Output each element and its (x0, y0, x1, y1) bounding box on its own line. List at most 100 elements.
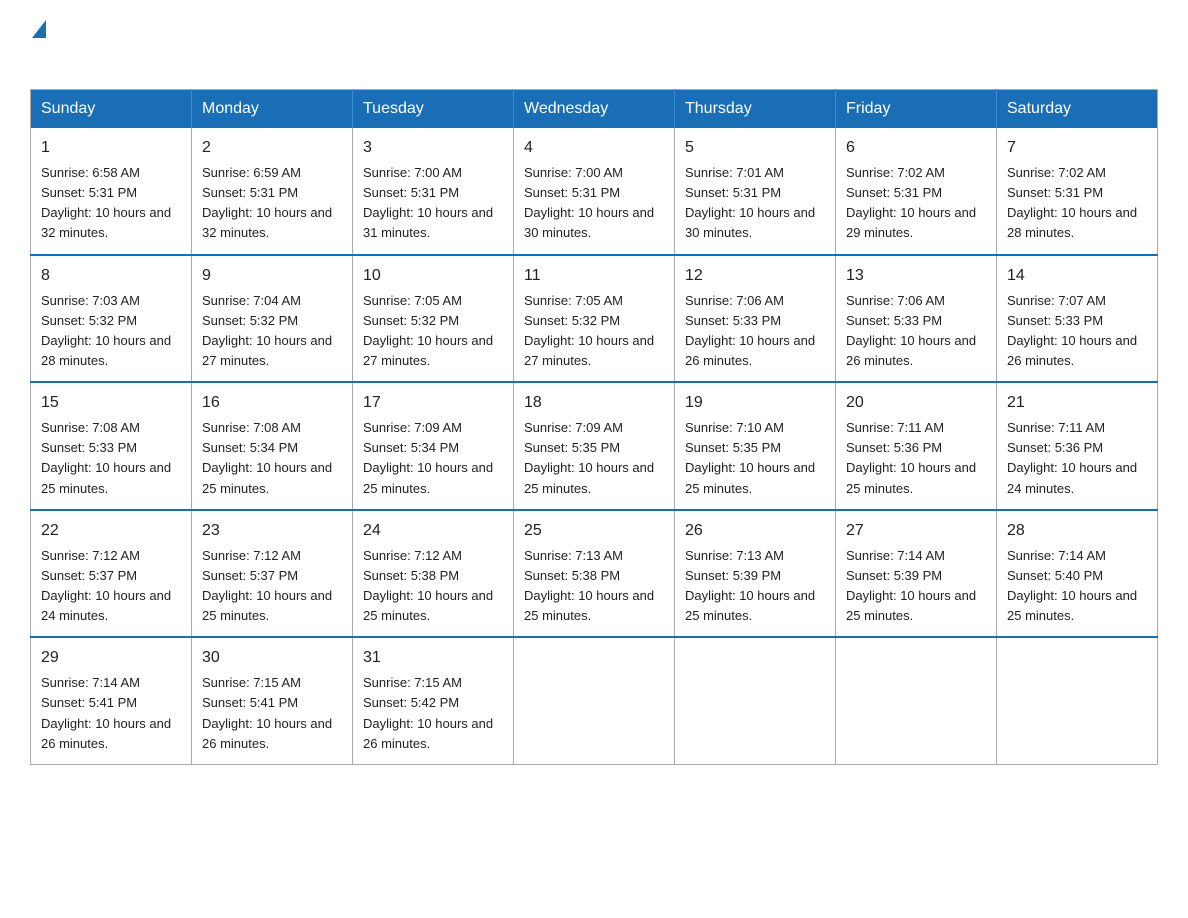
calendar-day-cell: 21 Sunrise: 7:11 AMSunset: 5:36 PMDaylig… (997, 382, 1158, 510)
calendar-day-cell: 1 Sunrise: 6:58 AMSunset: 5:31 PMDayligh… (31, 128, 192, 255)
calendar-day-cell: 22 Sunrise: 7:12 AMSunset: 5:37 PMDaylig… (31, 510, 192, 638)
calendar-day-cell (675, 637, 836, 764)
day-number: 21 (1007, 391, 1147, 415)
calendar-week-row: 22 Sunrise: 7:12 AMSunset: 5:37 PMDaylig… (31, 510, 1158, 638)
day-of-week-header: Saturday (997, 90, 1158, 129)
day-info: Sunrise: 7:06 AMSunset: 5:33 PMDaylight:… (685, 293, 815, 368)
calendar-body: 1 Sunrise: 6:58 AMSunset: 5:31 PMDayligh… (31, 128, 1158, 764)
day-number: 28 (1007, 519, 1147, 543)
day-info: Sunrise: 7:09 AMSunset: 5:35 PMDaylight:… (524, 420, 654, 495)
day-info: Sunrise: 7:14 AMSunset: 5:40 PMDaylight:… (1007, 548, 1137, 623)
calendar-day-cell: 7 Sunrise: 7:02 AMSunset: 5:31 PMDayligh… (997, 128, 1158, 255)
day-number: 9 (202, 264, 342, 288)
day-number: 12 (685, 264, 825, 288)
day-info: Sunrise: 7:00 AMSunset: 5:31 PMDaylight:… (363, 165, 493, 240)
day-of-week-header: Tuesday (353, 90, 514, 129)
day-number: 30 (202, 646, 342, 670)
logo (30, 20, 46, 71)
logo-text (30, 20, 46, 40)
calendar-table: SundayMondayTuesdayWednesdayThursdayFrid… (30, 89, 1158, 765)
calendar-day-cell: 23 Sunrise: 7:12 AMSunset: 5:37 PMDaylig… (192, 510, 353, 638)
day-info: Sunrise: 7:11 AMSunset: 5:36 PMDaylight:… (846, 420, 976, 495)
calendar-day-cell: 18 Sunrise: 7:09 AMSunset: 5:35 PMDaylig… (514, 382, 675, 510)
calendar-day-cell: 14 Sunrise: 7:07 AMSunset: 5:33 PMDaylig… (997, 255, 1158, 383)
day-info: Sunrise: 6:58 AMSunset: 5:31 PMDaylight:… (41, 165, 171, 240)
calendar-day-cell: 19 Sunrise: 7:10 AMSunset: 5:35 PMDaylig… (675, 382, 836, 510)
calendar-day-cell: 20 Sunrise: 7:11 AMSunset: 5:36 PMDaylig… (836, 382, 997, 510)
calendar-day-cell (836, 637, 997, 764)
calendar-day-cell: 28 Sunrise: 7:14 AMSunset: 5:40 PMDaylig… (997, 510, 1158, 638)
day-info: Sunrise: 7:14 AMSunset: 5:39 PMDaylight:… (846, 548, 976, 623)
calendar-day-cell: 4 Sunrise: 7:00 AMSunset: 5:31 PMDayligh… (514, 128, 675, 255)
day-number: 26 (685, 519, 825, 543)
day-info: Sunrise: 7:12 AMSunset: 5:37 PMDaylight:… (41, 548, 171, 623)
day-number: 22 (41, 519, 181, 543)
day-info: Sunrise: 7:13 AMSunset: 5:38 PMDaylight:… (524, 548, 654, 623)
day-info: Sunrise: 7:05 AMSunset: 5:32 PMDaylight:… (524, 293, 654, 368)
day-number: 3 (363, 136, 503, 160)
day-info: Sunrise: 7:08 AMSunset: 5:34 PMDaylight:… (202, 420, 332, 495)
day-info: Sunrise: 7:09 AMSunset: 5:34 PMDaylight:… (363, 420, 493, 495)
calendar-day-cell: 11 Sunrise: 7:05 AMSunset: 5:32 PMDaylig… (514, 255, 675, 383)
day-number: 19 (685, 391, 825, 415)
calendar-week-row: 1 Sunrise: 6:58 AMSunset: 5:31 PMDayligh… (31, 128, 1158, 255)
calendar-day-cell: 26 Sunrise: 7:13 AMSunset: 5:39 PMDaylig… (675, 510, 836, 638)
calendar-day-cell (514, 637, 675, 764)
day-number: 6 (846, 136, 986, 160)
day-number: 24 (363, 519, 503, 543)
day-info: Sunrise: 7:02 AMSunset: 5:31 PMDaylight:… (846, 165, 976, 240)
calendar-day-cell: 8 Sunrise: 7:03 AMSunset: 5:32 PMDayligh… (31, 255, 192, 383)
day-number: 7 (1007, 136, 1147, 160)
logo-triangle-icon (32, 20, 46, 38)
calendar-week-row: 8 Sunrise: 7:03 AMSunset: 5:32 PMDayligh… (31, 255, 1158, 383)
day-of-week-header: Wednesday (514, 90, 675, 129)
calendar-day-cell: 15 Sunrise: 7:08 AMSunset: 5:33 PMDaylig… (31, 382, 192, 510)
day-info: Sunrise: 6:59 AMSunset: 5:31 PMDaylight:… (202, 165, 332, 240)
day-info: Sunrise: 7:08 AMSunset: 5:33 PMDaylight:… (41, 420, 171, 495)
day-of-week-header: Sunday (31, 90, 192, 129)
day-info: Sunrise: 7:00 AMSunset: 5:31 PMDaylight:… (524, 165, 654, 240)
day-of-week-header: Thursday (675, 90, 836, 129)
day-of-week-header: Monday (192, 90, 353, 129)
calendar-day-cell: 10 Sunrise: 7:05 AMSunset: 5:32 PMDaylig… (353, 255, 514, 383)
calendar-day-cell: 6 Sunrise: 7:02 AMSunset: 5:31 PMDayligh… (836, 128, 997, 255)
day-number: 2 (202, 136, 342, 160)
day-number: 5 (685, 136, 825, 160)
day-number: 25 (524, 519, 664, 543)
page-header (30, 20, 1158, 71)
calendar-day-cell: 17 Sunrise: 7:09 AMSunset: 5:34 PMDaylig… (353, 382, 514, 510)
day-info: Sunrise: 7:03 AMSunset: 5:32 PMDaylight:… (41, 293, 171, 368)
calendar-day-cell: 12 Sunrise: 7:06 AMSunset: 5:33 PMDaylig… (675, 255, 836, 383)
day-number: 31 (363, 646, 503, 670)
day-number: 18 (524, 391, 664, 415)
day-of-week-header: Friday (836, 90, 997, 129)
days-of-week-row: SundayMondayTuesdayWednesdayThursdayFrid… (31, 90, 1158, 129)
calendar-day-cell: 24 Sunrise: 7:12 AMSunset: 5:38 PMDaylig… (353, 510, 514, 638)
day-number: 10 (363, 264, 503, 288)
day-info: Sunrise: 7:15 AMSunset: 5:42 PMDaylight:… (363, 675, 493, 750)
day-info: Sunrise: 7:06 AMSunset: 5:33 PMDaylight:… (846, 293, 976, 368)
day-number: 23 (202, 519, 342, 543)
day-number: 1 (41, 136, 181, 160)
day-info: Sunrise: 7:15 AMSunset: 5:41 PMDaylight:… (202, 675, 332, 750)
calendar-day-cell: 29 Sunrise: 7:14 AMSunset: 5:41 PMDaylig… (31, 637, 192, 764)
day-number: 13 (846, 264, 986, 288)
calendar-header: SundayMondayTuesdayWednesdayThursdayFrid… (31, 90, 1158, 129)
day-number: 17 (363, 391, 503, 415)
day-number: 16 (202, 391, 342, 415)
day-info: Sunrise: 7:12 AMSunset: 5:37 PMDaylight:… (202, 548, 332, 623)
calendar-day-cell: 3 Sunrise: 7:00 AMSunset: 5:31 PMDayligh… (353, 128, 514, 255)
day-info: Sunrise: 7:12 AMSunset: 5:38 PMDaylight:… (363, 548, 493, 623)
day-info: Sunrise: 7:05 AMSunset: 5:32 PMDaylight:… (363, 293, 493, 368)
calendar-day-cell: 13 Sunrise: 7:06 AMSunset: 5:33 PMDaylig… (836, 255, 997, 383)
calendar-week-row: 15 Sunrise: 7:08 AMSunset: 5:33 PMDaylig… (31, 382, 1158, 510)
day-info: Sunrise: 7:02 AMSunset: 5:31 PMDaylight:… (1007, 165, 1137, 240)
day-info: Sunrise: 7:11 AMSunset: 5:36 PMDaylight:… (1007, 420, 1137, 495)
day-number: 27 (846, 519, 986, 543)
day-number: 8 (41, 264, 181, 288)
calendar-day-cell: 16 Sunrise: 7:08 AMSunset: 5:34 PMDaylig… (192, 382, 353, 510)
day-info: Sunrise: 7:13 AMSunset: 5:39 PMDaylight:… (685, 548, 815, 623)
calendar-day-cell: 5 Sunrise: 7:01 AMSunset: 5:31 PMDayligh… (675, 128, 836, 255)
day-number: 14 (1007, 264, 1147, 288)
calendar-week-row: 29 Sunrise: 7:14 AMSunset: 5:41 PMDaylig… (31, 637, 1158, 764)
